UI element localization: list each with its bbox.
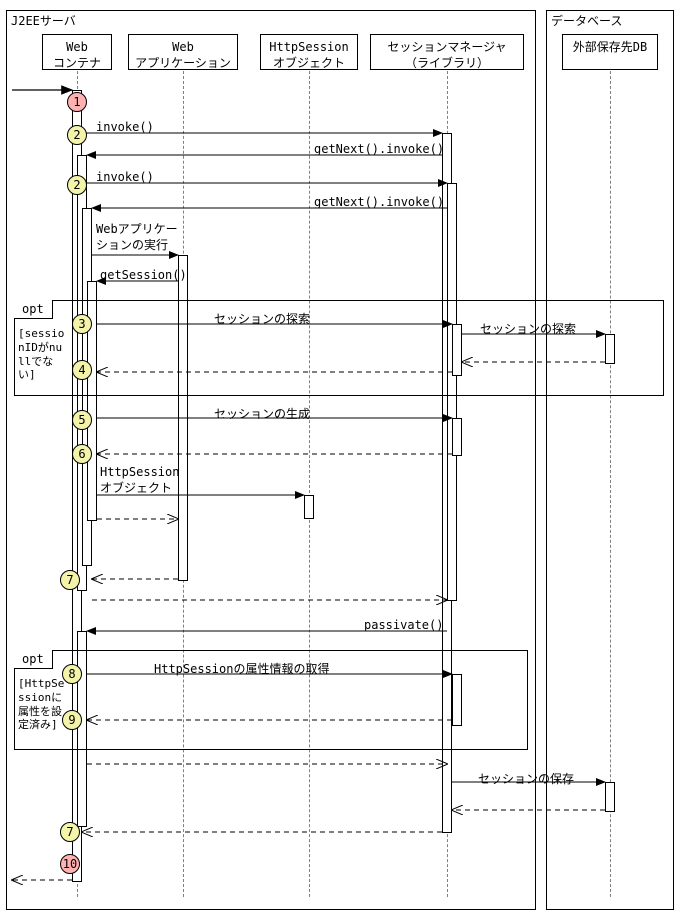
msg-getnext-1: getNext().invoke(): [314, 142, 444, 156]
msg-invoke-1: invoke(): [96, 120, 154, 134]
sequence-diagram: J2EEサーバ データベース Webコンテナ Webアプリケーション HttpS…: [0, 0, 679, 917]
msg-create-session: セッションの生成: [214, 405, 310, 422]
msg-exec-webapp: Webアプリケーションの実行: [96, 222, 192, 253]
step-7b: 7: [60, 822, 80, 842]
step-2a: 2: [67, 125, 87, 145]
msg-get-attrs: HttpSessionの属性情報の取得: [154, 660, 329, 677]
step-6: 6: [72, 444, 92, 464]
step-10: 10: [60, 854, 80, 874]
msg-passivate: passivate(): [364, 618, 443, 632]
msg-httpsession-obj: HttpSessionオブジェクト: [100, 465, 190, 496]
arrows-layer: [0, 0, 679, 917]
step-2b: 2: [67, 175, 87, 195]
msg-search-session: セッションの探索: [214, 310, 310, 327]
step-3: 3: [72, 314, 92, 334]
step-4: 4: [72, 360, 92, 380]
msg-getnext-2: getNext().invoke(): [314, 195, 444, 209]
msg-search-session-db: セッションの探索: [480, 320, 576, 337]
msg-save-session: セッションの保存: [478, 770, 574, 787]
step-5: 5: [72, 410, 92, 430]
msg-invoke-2: invoke(): [96, 170, 154, 184]
step-8: 8: [62, 664, 82, 684]
step-7a: 7: [60, 570, 80, 590]
step-9: 9: [62, 710, 82, 730]
msg-get-session: getSession(): [100, 268, 187, 282]
step-1: 1: [67, 92, 87, 112]
